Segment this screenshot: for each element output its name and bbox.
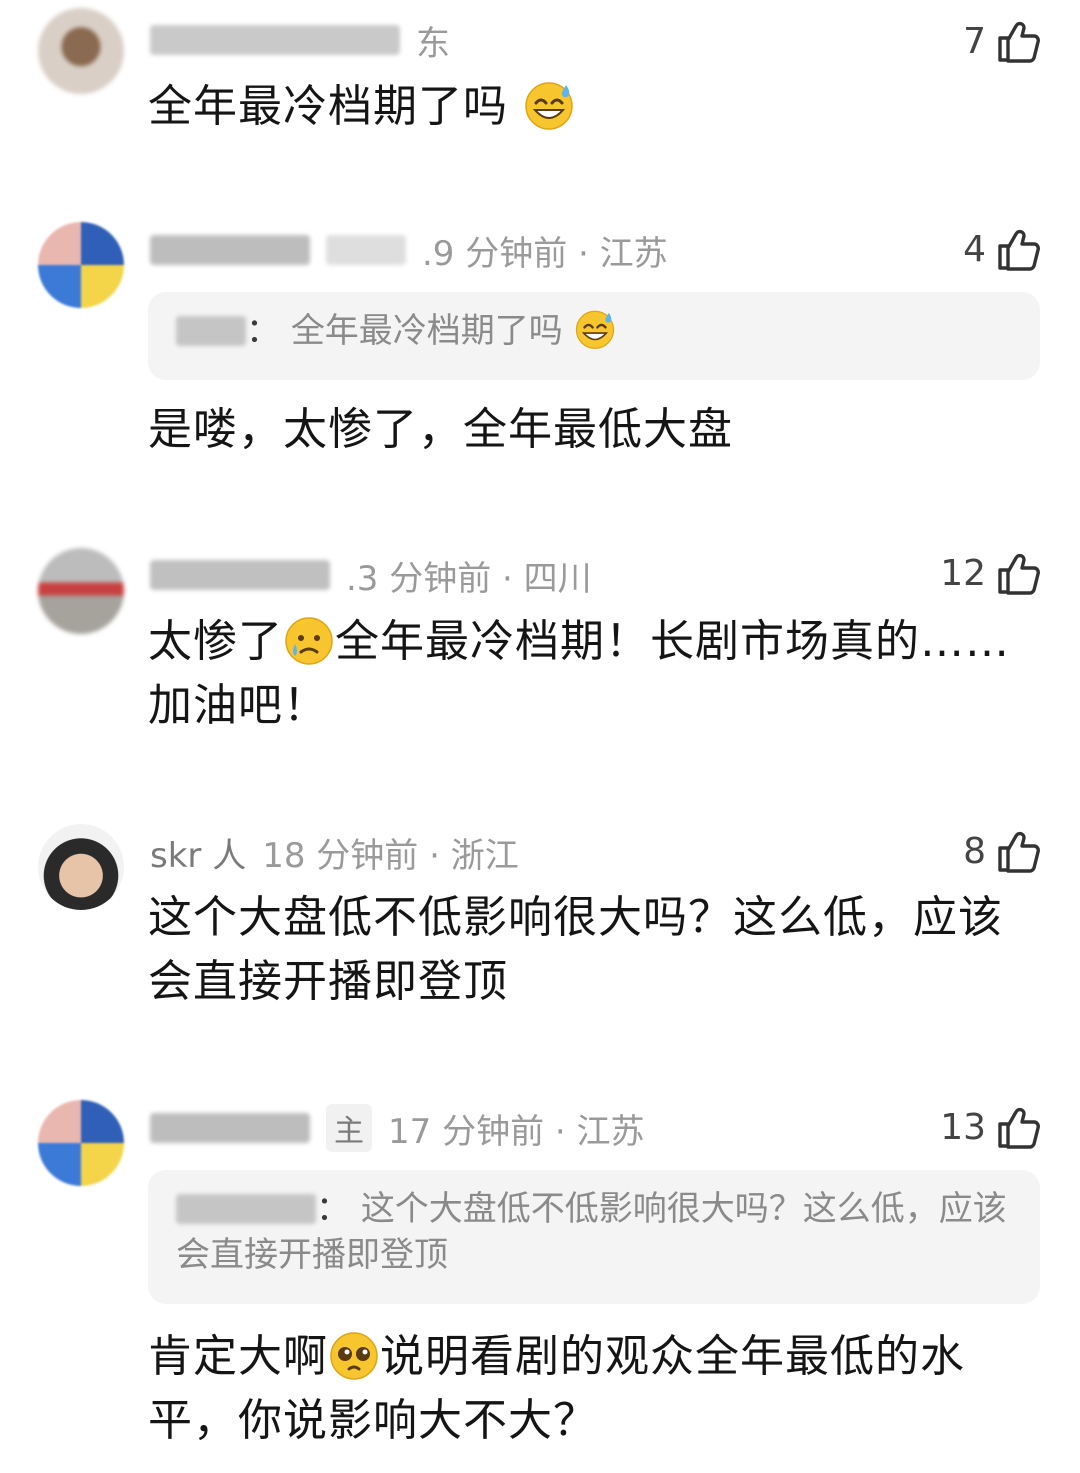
comment-location: 东 (416, 23, 450, 64)
like-button[interactable]: 12 (940, 548, 1040, 598)
comment-meta: .3 分钟前 · 四川 (150, 553, 592, 599)
username[interactable]: skr 人 (150, 828, 246, 877)
comment-time-location: 18 分钟前 · 浙江 (262, 835, 519, 876)
comment-time-location: 17 分钟前 · 江苏 (388, 1111, 645, 1152)
comment-time-location: .3 分钟前 · 四川 (346, 558, 592, 599)
comment-meta: skr 人 18 分钟前 · 浙江 (150, 828, 519, 877)
like-count: 13 (940, 1106, 986, 1148)
comment-time-location: .9 分钟前 · 江苏 (422, 233, 668, 274)
avatar[interactable] (38, 222, 124, 308)
quoted-reply[interactable]: ： 这个大盘低不低影响很大吗？这么低，应该会直接开播即登顶 (148, 1170, 1040, 1304)
quoted-username-blurred (176, 1194, 316, 1224)
like-button[interactable]: 8 (963, 826, 1040, 876)
like-count: 12 (940, 552, 986, 594)
avatar[interactable] (38, 824, 124, 910)
avatar[interactable] (38, 8, 124, 94)
comment-text: 太惨了 全年最冷档期！长剧市场真的……加油吧！ (148, 614, 1010, 731)
quoted-username-blurred (176, 316, 246, 346)
quoted-reply[interactable]: ： 全年最冷档期了吗 (148, 292, 1040, 380)
comment-text: 全年最冷档期了吗 (148, 75, 1010, 139)
thumbs-up-icon (996, 226, 1040, 272)
like-count: 7 (963, 20, 986, 62)
thumbs-up-icon (996, 550, 1040, 596)
like-button[interactable]: 13 (940, 1102, 1040, 1152)
avatar[interactable] (38, 1100, 124, 1186)
comment-meta: 主 17 分钟前 · 江苏 (150, 1104, 645, 1152)
comment-text: 肯定大啊 说明看剧的观众全年最低的水平，你说影响大不大？ (148, 1329, 965, 1446)
grinning-sweat-emoji (523, 79, 575, 131)
crying-emoji (283, 614, 335, 666)
comment-meta: .9 分钟前 · 江苏 (150, 228, 668, 274)
author-badge: 主 (326, 1104, 372, 1152)
comment-text: 是喽，太惨了，全年最低大盘 (148, 404, 733, 455)
like-button[interactable]: 7 (963, 16, 1040, 66)
comment-text: 这个大盘低不低影响很大吗？这么低，应该会直接开播即登顶 (148, 892, 1003, 1007)
thumbs-up-icon (996, 828, 1040, 874)
like-count: 4 (963, 228, 986, 270)
quoted-text: 全年最冷档期了吗 (290, 311, 563, 351)
like-button[interactable]: 4 (963, 224, 1040, 274)
like-count: 8 (963, 830, 986, 872)
badge-blurred (326, 235, 406, 265)
avatar[interactable] (38, 548, 124, 634)
thumbs-up-icon (996, 1104, 1040, 1150)
username-blurred[interactable] (150, 560, 330, 590)
username-blurred[interactable] (150, 1113, 310, 1143)
username-blurred[interactable] (150, 235, 310, 265)
thumbs-up-icon (996, 18, 1040, 64)
comment-meta: 东 (150, 18, 450, 64)
pleading-emoji (328, 1329, 380, 1381)
username-blurred[interactable] (150, 25, 400, 55)
grinning-sweat-emoji (574, 308, 616, 350)
